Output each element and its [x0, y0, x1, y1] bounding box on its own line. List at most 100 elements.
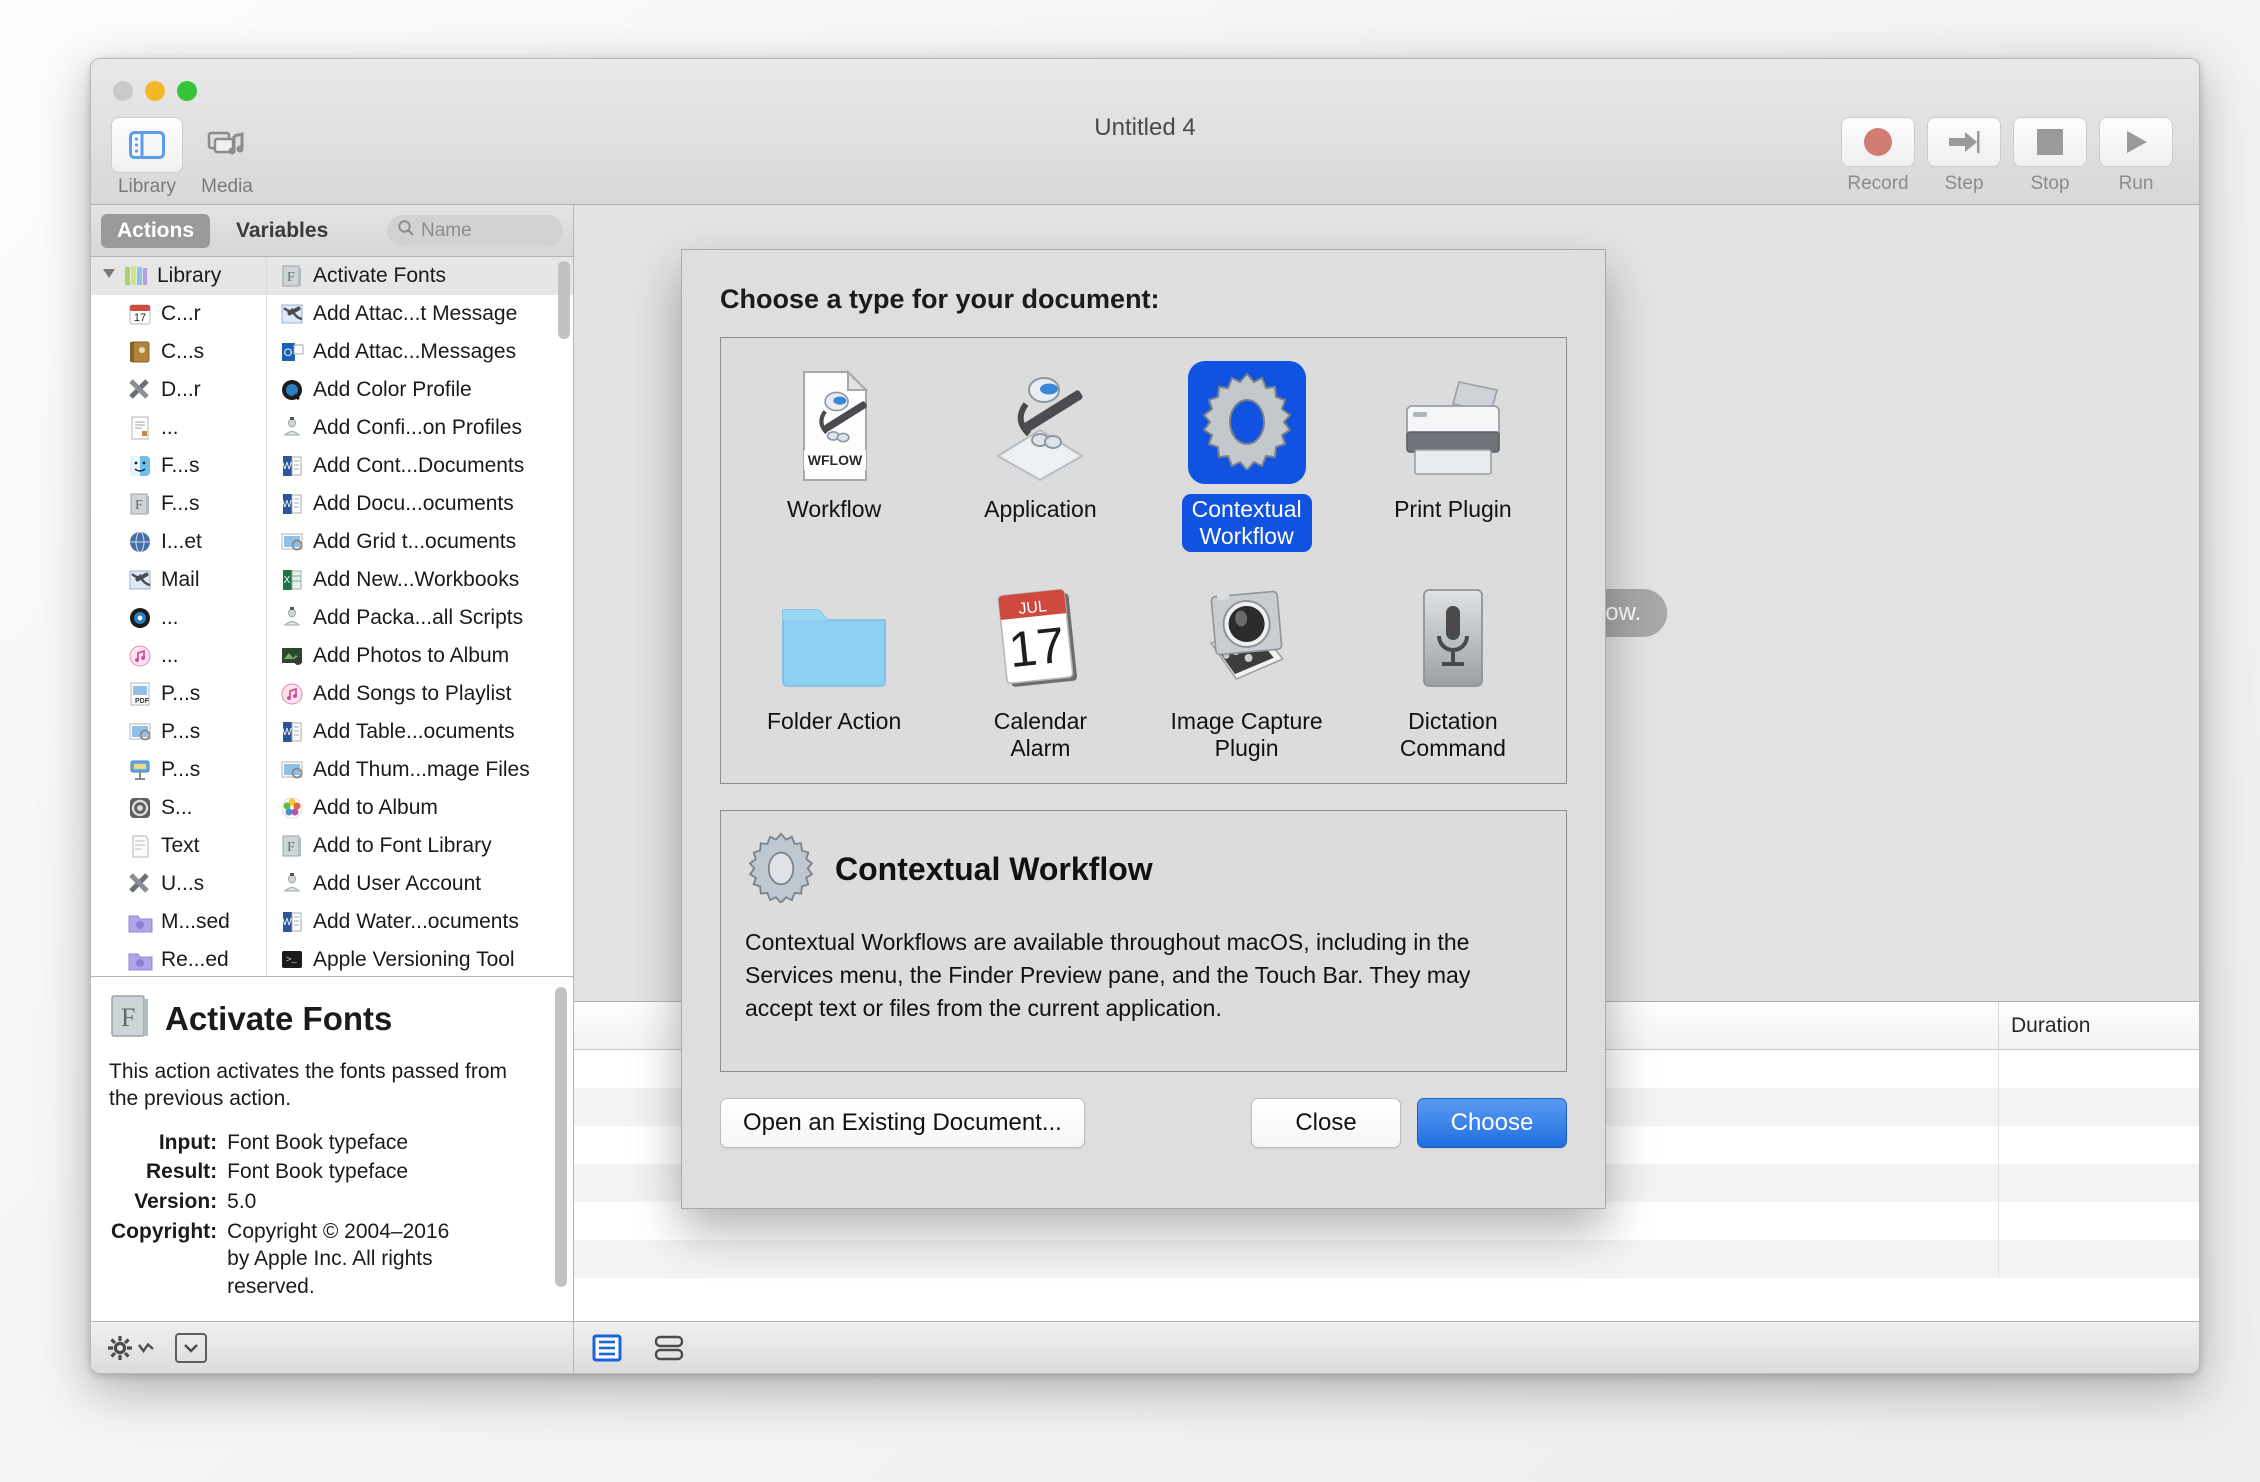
contacts-icon	[127, 339, 153, 365]
gear-dropdown-icon[interactable]	[107, 1335, 155, 1361]
documents-icon	[127, 415, 153, 441]
tab-actions[interactable]: Actions	[101, 213, 211, 248]
action-row[interactable]: Add Songs to Playlist	[267, 675, 573, 713]
document-type-grid-row-1: WFLOW Workflow Application Contextual Wo…	[731, 354, 1556, 553]
smart-folder-icon	[127, 909, 153, 935]
category-row[interactable]: I...et	[91, 523, 266, 561]
minimize-window-button[interactable]	[145, 81, 165, 101]
svg-text:17: 17	[134, 312, 146, 324]
category-label: Re...ed	[161, 948, 229, 971]
mail-icon	[279, 301, 305, 327]
action-row[interactable]: Add User Account	[267, 865, 573, 903]
action-list[interactable]: F Activate Fonts Add Attac...t Message O Add…	[267, 257, 573, 976]
category-row[interactable]: ...	[91, 409, 266, 447]
info-pane-scrollbar[interactable]	[555, 987, 567, 1287]
action-info-header: F Activate Fonts	[109, 993, 555, 1044]
microphone-icon	[1406, 576, 1500, 696]
category-row[interactable]: Re...ed	[91, 941, 266, 976]
action-row[interactable]: O Add Attac...Messages	[267, 333, 573, 371]
close-button[interactable]: Close	[1251, 1097, 1401, 1148]
action-row[interactable]: W Add Table...ocuments	[267, 713, 573, 751]
toolbar-run-button[interactable]: Run	[2099, 117, 2173, 195]
category-list[interactable]: Library 17 C...r C...s D...r... F...s F F...s I.…	[91, 257, 267, 976]
type-option-print-plugin[interactable]: Print Plugin	[1350, 354, 1556, 552]
tab-variables[interactable]: Variables	[220, 214, 344, 248]
zoom-window-button[interactable]	[177, 81, 197, 101]
category-row[interactable]: F...s	[91, 447, 266, 485]
disclosure-box-icon[interactable]	[175, 1332, 207, 1363]
category-row[interactable]: ...	[91, 637, 266, 675]
type-option-application[interactable]: Application	[937, 354, 1143, 552]
category-row[interactable]: P...s	[91, 751, 266, 789]
type-option-dictation-command[interactable]: Dictation Command	[1350, 566, 1556, 764]
type-option-contextual-workflow[interactable]: Contextual Workflow	[1144, 354, 1350, 553]
action-row[interactable]: Add Color Profile	[267, 371, 573, 409]
toolbar-stop-button[interactable]: Stop	[2013, 117, 2087, 195]
action-row[interactable]: W Add Water...ocuments	[267, 903, 573, 941]
list-view-icon[interactable]	[590, 1333, 624, 1363]
action-row[interactable]: X Add New...Workbooks	[267, 561, 573, 599]
category-row[interactable]: P...s	[91, 713, 266, 751]
action-row[interactable]: W Add Cont...Documents	[267, 447, 573, 485]
category-row[interactable]: 17 C...r	[91, 295, 266, 333]
action-row[interactable]: >_ Apple Versioning Tool	[267, 941, 573, 976]
action-row[interactable]: Add Confi...on Profiles	[267, 409, 573, 447]
action-row[interactable]: Add Packa...all Scripts	[267, 599, 573, 637]
action-label: Add Songs to Playlist	[313, 682, 512, 705]
run-icon	[2099, 117, 2173, 167]
svg-text:O: O	[284, 347, 293, 359]
category-row[interactable]: Text	[91, 827, 266, 865]
toolbar-record-button[interactable]: Record	[1841, 117, 1915, 195]
action-row[interactable]: Add Grid t...ocuments	[267, 523, 573, 561]
action-row[interactable]: Add Attac...t Message	[267, 295, 573, 333]
split-view-icon[interactable]	[652, 1333, 686, 1363]
category-row[interactable]: F F...s	[91, 485, 266, 523]
close-window-button[interactable]	[113, 81, 133, 101]
action-row[interactable]: Add to Album	[267, 789, 573, 827]
search-input[interactable]: Name	[387, 214, 563, 247]
category-label: M...sed	[161, 910, 230, 933]
action-label: Add Table...ocuments	[313, 720, 515, 743]
action-list-scrollbar[interactable]	[558, 261, 570, 339]
action-row[interactable]: W Add Docu...ocuments	[267, 485, 573, 523]
workflow-doc-icon: WFLOW	[786, 364, 882, 484]
word-icon: W	[279, 909, 305, 935]
category-row[interactable]: Library	[91, 257, 266, 295]
type-option-folder-action[interactable]: Folder Action	[731, 566, 937, 764]
type-option-image-capture-plugin[interactable]: Image Capture Plugin	[1144, 566, 1350, 764]
folder-icon	[775, 576, 893, 696]
log-row[interactable]	[574, 1240, 2199, 1278]
action-row[interactable]: F Add to Font Library	[267, 827, 573, 865]
record-icon	[1841, 117, 1915, 167]
category-row[interactable]: M...sed	[91, 903, 266, 941]
action-label: Add Photos to Album	[313, 644, 510, 667]
action-label: Add Attac...Messages	[313, 340, 517, 363]
category-label: P...s	[161, 682, 201, 705]
action-row[interactable]: Add Photos to Album	[267, 637, 573, 675]
type-option-workflow[interactable]: WFLOW Workflow	[731, 354, 937, 552]
toolbar-library-button[interactable]: Library	[111, 117, 183, 198]
category-row[interactable]: U...s	[91, 865, 266, 903]
action-row[interactable]: Add Thum...mage Files	[267, 751, 573, 789]
type-option-calendar-alarm[interactable]: JUL 17 Calendar Alarm	[937, 566, 1143, 764]
category-row[interactable]: ...	[91, 599, 266, 637]
action-row[interactable]: F Activate Fonts	[267, 257, 573, 295]
toolbar-media-button[interactable]: Media	[191, 117, 263, 198]
toolbar-step-button[interactable]: Step	[1927, 117, 2001, 195]
toolbar-left-group: Library Media	[111, 117, 263, 198]
log-cell	[1999, 1240, 2199, 1278]
type-label-image-capture-line1: Image Capture	[1170, 708, 1323, 735]
category-row[interactable]: S...	[91, 789, 266, 827]
action-label: Add Packa...all Scripts	[313, 606, 524, 629]
step-icon	[1927, 117, 2001, 167]
choose-button[interactable]: Choose	[1417, 1097, 1567, 1148]
fontbook-icon: F	[279, 833, 305, 859]
category-row[interactable]: D...r	[91, 371, 266, 409]
disclosure-triangle-icon[interactable]	[103, 268, 115, 284]
category-row[interactable]: PDF P...s	[91, 675, 266, 713]
category-label: I...et	[161, 530, 202, 553]
log-column-header-duration[interactable]: Duration	[1999, 1002, 2199, 1049]
category-row[interactable]: Mail	[91, 561, 266, 599]
category-row[interactable]: C...s	[91, 333, 266, 371]
open-existing-document-button[interactable]: Open an Existing Document...	[720, 1097, 1085, 1148]
